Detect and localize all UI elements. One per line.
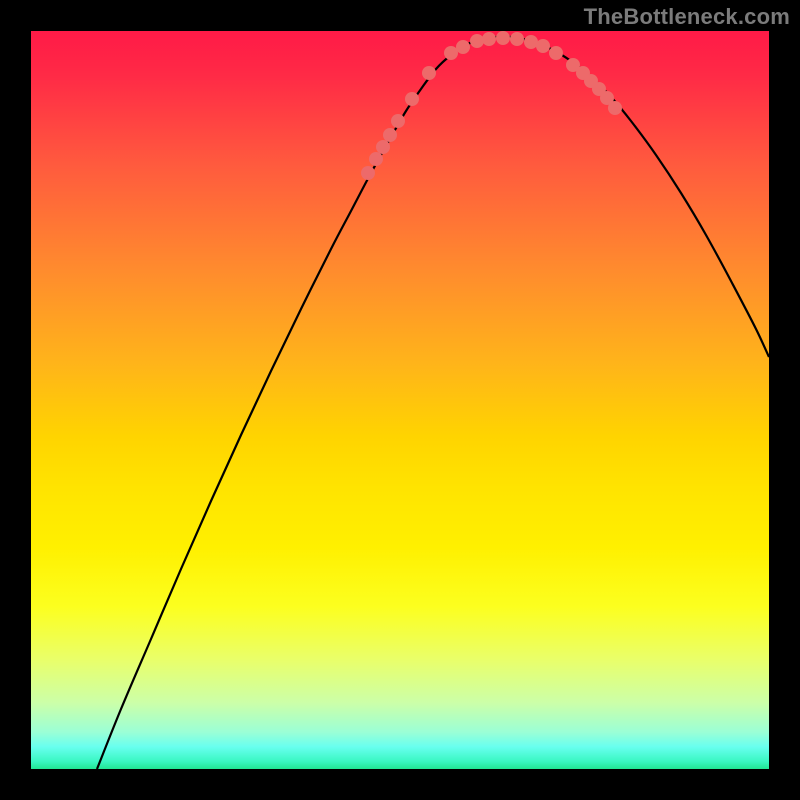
curve-marker	[470, 34, 484, 48]
curve-marker	[510, 32, 524, 46]
curve-marker	[549, 46, 563, 60]
curve-marker	[524, 35, 538, 49]
curve-marker	[608, 101, 622, 115]
curve-marker	[482, 32, 496, 46]
curve-marker	[391, 114, 405, 128]
curve-marker	[444, 46, 458, 60]
curve-marker	[376, 140, 390, 154]
curve-markers	[361, 31, 622, 180]
curve-marker	[361, 166, 375, 180]
curve-marker	[383, 128, 397, 142]
watermark-text: TheBottleneck.com	[584, 4, 790, 30]
curve-marker	[496, 31, 510, 45]
curve-marker	[536, 39, 550, 53]
chart-frame: TheBottleneck.com	[0, 0, 800, 800]
curve-marker	[456, 40, 470, 54]
curve-marker	[369, 152, 383, 166]
curve-layer	[31, 31, 769, 769]
bottleneck-curve	[97, 37, 769, 769]
curve-marker	[422, 66, 436, 80]
curve-marker	[405, 92, 419, 106]
